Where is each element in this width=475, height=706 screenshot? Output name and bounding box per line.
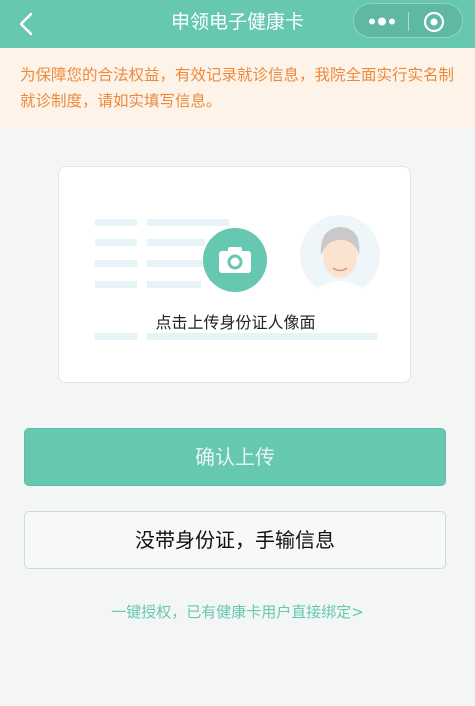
capsule-divider (408, 12, 409, 31)
manual-input-button[interactable]: 没带身份证，手输信息 (24, 511, 446, 569)
target-close-icon[interactable] (422, 10, 446, 34)
more-dots-icon[interactable] (366, 12, 398, 31)
confirm-upload-button[interactable]: 确认上传 (24, 428, 446, 486)
id-card-upload-card[interactable]: 点击上传身份证人像面 (58, 166, 411, 383)
upload-instruction: 点击上传身份证人像面 (155, 313, 316, 332)
person-avatar-icon (300, 215, 380, 295)
real-name-notice: 为保障您的合法权益，有效记录就诊信息，我院全面实行实名制就诊制度，请如实填写信息… (0, 48, 475, 128)
mini-program-capsule (353, 3, 463, 38)
authorize-bind-link[interactable]: 一键授权，已有健康卡用户直接绑定> (0, 601, 475, 622)
camera-icon (219, 247, 251, 273)
camera-button[interactable] (203, 228, 267, 292)
navigation-bar: 申领电子健康卡 (0, 0, 475, 48)
